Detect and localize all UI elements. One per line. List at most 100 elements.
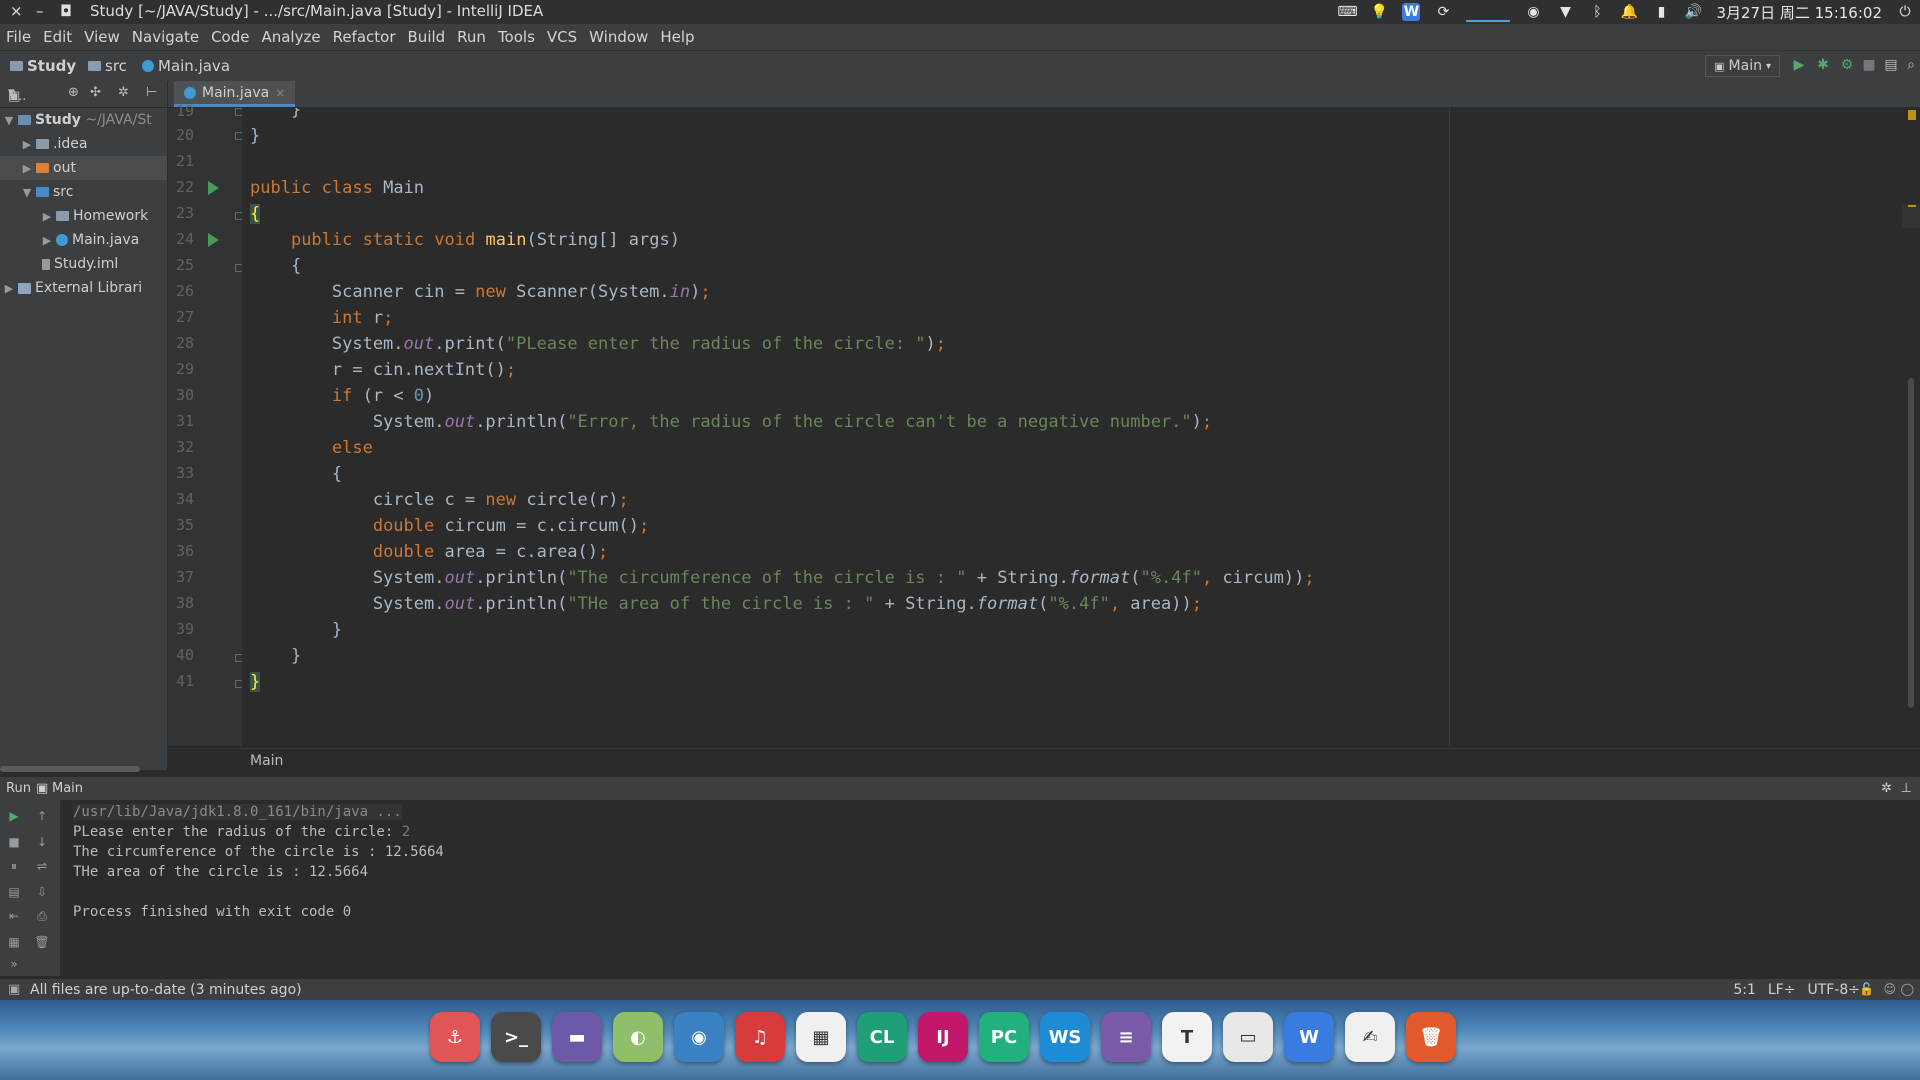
app-store-icon[interactable]: ▦ (796, 1012, 846, 1062)
clear-all-icon[interactable]: 🗑 (34, 934, 50, 950)
expand-arrow-icon[interactable]: ▼ (2, 114, 16, 127)
message-icon[interactable]: ◉ (1524, 3, 1542, 21)
trash-icon[interactable]: 🗑 (1406, 1012, 1456, 1062)
remote-desktop-icon[interactable]: ▭ (1223, 1012, 1273, 1062)
pycharm-icon[interactable]: PC (979, 1012, 1029, 1062)
code-editor[interactable]: }} public class Main{ public static void … (242, 108, 1902, 746)
intellij-icon[interactable]: IJ (918, 1012, 968, 1062)
breadcrumb-class[interactable]: Main (250, 753, 283, 769)
code-line[interactable]: } (250, 672, 261, 698)
more-icon[interactable]: » (6, 956, 22, 972)
code-line[interactable]: double area = c.area(); (250, 542, 608, 568)
project-horizontal-scrollbar[interactable] (0, 766, 140, 772)
wifi-icon[interactable]: ▼ (1556, 3, 1574, 21)
tree-item-main-java[interactable]: ▶ Main.java (0, 228, 167, 252)
editor-vertical-scrollbar[interactable] (1908, 378, 1914, 708)
netease-music-icon[interactable]: ♫ (735, 1012, 785, 1062)
collapse-icon[interactable]: ✣ (90, 85, 101, 100)
clion-icon[interactable]: CL (857, 1012, 907, 1062)
caret-position[interactable]: 5:1 (1733, 982, 1756, 998)
menu-edit[interactable]: Edit (43, 28, 72, 46)
tree-item-external-libraries[interactable]: ▶ External Librari (0, 276, 167, 300)
code-line[interactable]: } (250, 620, 342, 646)
stop-icon[interactable]: ■ (1860, 56, 1878, 74)
code-line[interactable]: circle c = new circle(r); (250, 490, 629, 516)
tree-item-homework[interactable]: ▶ Homework (0, 204, 167, 228)
rerun-icon[interactable]: ▶ (6, 808, 22, 824)
menu-window[interactable]: Window (589, 28, 648, 46)
hide-panel-icon[interactable]: ⊢ (146, 85, 157, 100)
print-icon[interactable]: ⎙ (34, 908, 50, 924)
battery-icon[interactable]: ▮ (1652, 3, 1670, 21)
menu-run[interactable]: Run (457, 28, 486, 46)
hide-panel-icon[interactable]: ⊥ (1901, 781, 1912, 796)
anchor-icon[interactable]: ⚓ (430, 1012, 480, 1062)
project-structure-icon[interactable]: ▤ (1882, 56, 1900, 74)
bluetooth-icon[interactable]: ᛒ (1588, 3, 1606, 21)
project-view-select[interactable]: ▣ P... ▾ (8, 85, 26, 104)
code-line[interactable]: } (250, 126, 260, 152)
layout-icon[interactable]: ▦ (6, 934, 22, 950)
editor-gutter[interactable]: 19 20 21 22 23 24 25 26 27 28 29 30 31 3… (168, 102, 243, 746)
code-line[interactable]: System.out.println("The circumference of… (250, 568, 1315, 594)
gear-icon[interactable]: ✲ (118, 85, 129, 100)
code-line[interactable]: double circum = c.circum(); (250, 516, 649, 542)
menu-build[interactable]: Build (408, 28, 446, 46)
tool-window-toggle-icon[interactable]: ▣ (8, 982, 20, 997)
code-line[interactable]: { (250, 204, 261, 230)
code-line[interactable]: { (250, 256, 301, 282)
chrome-icon[interactable]: ◉ (674, 1012, 724, 1062)
line-separator[interactable]: LF÷ (1768, 982, 1796, 998)
maximize-window-button[interactable]: ◘ (60, 2, 72, 20)
tree-item-out[interactable]: ▶ out (0, 156, 167, 180)
code-line[interactable]: { (250, 464, 342, 490)
wps-icon[interactable]: W (1402, 3, 1421, 21)
tree-item-study[interactable]: ▼ Study ~/JAVA/St (0, 108, 167, 132)
warning-marker[interactable] (1908, 110, 1916, 120)
code-line[interactable]: System.out.println("Error, the radius of… (250, 412, 1212, 438)
code-line[interactable]: public static void main(String[] args) (250, 230, 680, 256)
code-line[interactable]: } (250, 646, 301, 672)
expand-arrow-icon[interactable]: ▶ (20, 138, 34, 151)
menu-analyze[interactable]: Analyze (261, 28, 320, 46)
code-line[interactable]: System.out.print("PLease enter the radiu… (250, 334, 946, 360)
clock[interactable]: 3月27日 周二 15:16:02 (1716, 2, 1882, 23)
files-icon[interactable]: ▬ (552, 1012, 602, 1062)
stop-icon[interactable]: ■ (6, 834, 22, 850)
console-output[interactable]: /usr/lib/Java/jdk1.8.0_161/bin/java ... … (61, 800, 1920, 976)
code-line[interactable]: public class Main (250, 178, 424, 204)
close-window-button[interactable]: × (10, 2, 23, 20)
expand-arrow-icon[interactable]: ▼ (20, 186, 34, 199)
expand-arrow-icon[interactable]: ▶ (40, 210, 54, 223)
run-gutter-icon[interactable] (208, 181, 219, 195)
run-tab-main[interactable]: Main (52, 781, 83, 796)
hector-icon[interactable]: ☺ (1883, 982, 1896, 996)
debug-icon[interactable]: ✱ (1814, 56, 1832, 74)
expand-arrow-icon[interactable]: ▶ (20, 162, 34, 175)
menu-code[interactable]: Code (211, 28, 249, 46)
minimize-window-button[interactable]: – (36, 2, 44, 20)
coverage-icon[interactable]: ⚙ (1838, 56, 1856, 74)
menu-vcs[interactable]: VCS (547, 28, 577, 46)
notes-icon[interactable]: ≡ (1101, 1012, 1151, 1062)
wps-icon[interactable]: W (1284, 1012, 1334, 1062)
volume-icon[interactable]: 🔊 (1684, 3, 1702, 21)
code-line[interactable]: int r; (250, 308, 393, 334)
pause-icon[interactable]: ⏸ (6, 858, 22, 874)
breadcrumb-folder[interactable]: src (88, 57, 127, 75)
sync-icon[interactable]: ⟳ (1434, 3, 1452, 21)
file-encoding[interactable]: UTF-8÷ (1807, 982, 1860, 998)
code-line[interactable]: } (250, 108, 301, 126)
exit-icon[interactable]: ⇤ (6, 908, 22, 924)
pdf-icon[interactable]: ✍ (1345, 1012, 1395, 1062)
breadcrumb-project[interactable]: Study (10, 57, 76, 75)
keyboard-icon[interactable]: ⌨ (1337, 3, 1357, 21)
run-icon[interactable]: ▶ (1790, 56, 1808, 74)
up-icon[interactable]: ↑ (34, 808, 50, 824)
code-line[interactable]: System.out.println("THe area of the circ… (250, 594, 1202, 620)
expand-arrow-icon[interactable]: ▶ (2, 282, 16, 295)
menu-help[interactable]: Help (660, 28, 694, 46)
power-icon[interactable]: ⏻ (1896, 3, 1914, 21)
menu-tools[interactable]: Tools (498, 28, 535, 46)
lightbulb-icon[interactable]: 💡 (1370, 3, 1388, 21)
